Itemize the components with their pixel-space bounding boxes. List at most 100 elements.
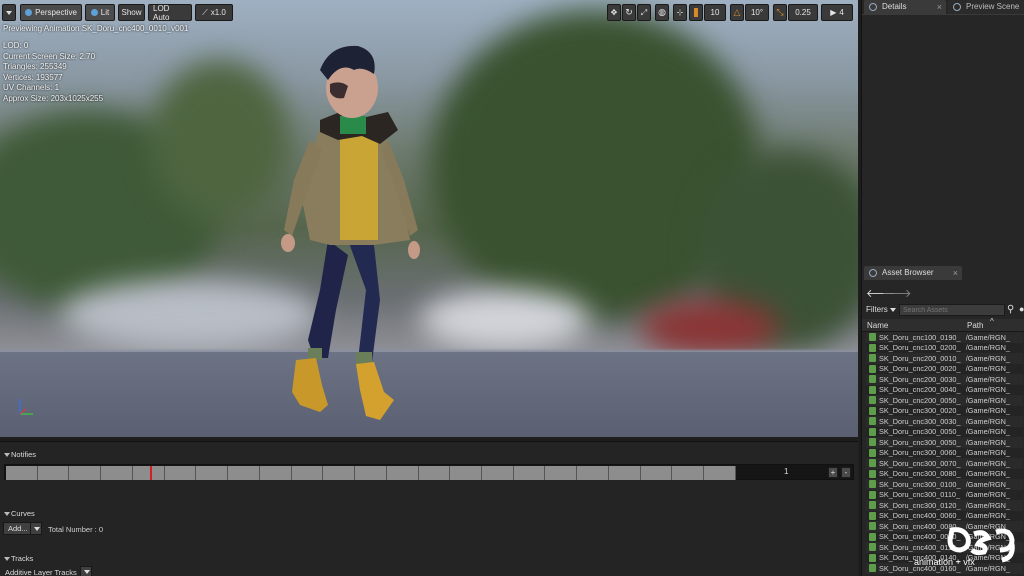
- list-item[interactable]: SK_Doru_cnc200_0020_ /Game/RGN_: [866, 364, 1023, 375]
- grid-snap-value[interactable]: 10: [704, 4, 726, 21]
- playback-speed-button[interactable]: ⟋ x1.0: [195, 4, 233, 21]
- camera-speed-button[interactable]: ▶ 4: [821, 4, 853, 21]
- list-item[interactable]: SK_Doru_cnc300_0120_ /Game/RGN_: [866, 500, 1023, 511]
- animation-asset-icon: [869, 333, 876, 342]
- asset-name: SK_Doru_cnc100_0200_: [879, 343, 961, 353]
- translate-tool-button[interactable]: ✥: [607, 4, 621, 21]
- playhead[interactable]: [150, 466, 152, 480]
- list-item[interactable]: SK_Doru_cnc300_0100_ /Game/RGN_: [866, 479, 1023, 490]
- angle-snap-value[interactable]: 10°: [745, 4, 769, 21]
- perspective-button[interactable]: Perspective: [20, 4, 82, 21]
- lit-button[interactable]: Lit: [85, 4, 115, 21]
- asset-path: /Game/RGN_: [965, 416, 1010, 426]
- surface-snap-button[interactable]: ⊹: [673, 4, 687, 21]
- animation-asset-icon: [869, 469, 876, 478]
- settings-icon[interactable]: ●: [1019, 304, 1024, 314]
- add-curve-dropdown[interactable]: [30, 522, 42, 535]
- animation-asset-icon: [869, 406, 876, 415]
- tracks-section-header[interactable]: Tracks: [0, 553, 858, 565]
- search-icon[interactable]: ⚲: [1007, 304, 1014, 315]
- additive-layer-tracks-dropdown[interactable]: [80, 566, 92, 576]
- list-item[interactable]: SK_Doru_cnc200_0010_ /Game/RGN_: [866, 353, 1023, 364]
- list-item[interactable]: SK_Doru_cnc100_0200_ /Game/RGN_: [866, 343, 1023, 354]
- list-item[interactable]: SK_Doru_cnc300_0110_ /Game/RGN_: [866, 490, 1023, 501]
- asset-name: SK_Doru_cnc300_0050_: [879, 437, 961, 447]
- tab-details-label: Details: [882, 2, 907, 11]
- lod-label: LOD Auto: [153, 3, 170, 22]
- rotate-icon: ↻: [625, 7, 633, 17]
- animation-viewport[interactable]: Perspective Lit Show LOD Auto ⟋ x1.0 ✥ ↻…: [0, 0, 858, 437]
- column-path[interactable]: Path: [967, 321, 983, 330]
- track-segment: [101, 466, 133, 480]
- close-icon[interactable]: ×: [953, 266, 958, 280]
- list-item[interactable]: SK_Doru_cnc300_0020_ /Game/RGN_: [866, 406, 1023, 417]
- asset-name: SK_Doru_cnc200_0020_: [879, 364, 961, 374]
- watermark-text: animation + vfx: [914, 557, 975, 567]
- forward-arrow-icon[interactable]: 🡒: [882, 286, 912, 300]
- animation-asset-icon: [869, 490, 876, 499]
- grid-snap-label: 10: [710, 8, 720, 17]
- asset-search-input[interactable]: [899, 304, 1005, 316]
- list-item[interactable]: SK_Doru_cnc200_0040_ /Game/RGN_: [866, 385, 1023, 396]
- chevron-down-icon: [34, 527, 40, 531]
- add-track-button[interactable]: +: [828, 467, 838, 478]
- tracks-label: Tracks: [11, 554, 34, 563]
- lod-button[interactable]: LOD Auto: [148, 3, 192, 22]
- notifies-label: Notifies: [11, 450, 37, 459]
- tab-preview-scene[interactable]: Preview Scene: [948, 0, 1024, 14]
- track-segment: [37, 466, 70, 480]
- track-segment: [640, 466, 673, 480]
- world-local-toggle[interactable]: ◍: [655, 4, 669, 21]
- tab-preview-scene-label: Preview Scene: [966, 2, 1020, 11]
- list-item[interactable]: SK_Doru_cnc300_0060_ /Game/RGN_: [866, 448, 1023, 459]
- stat-screen-size: Current Screen Size: 2.70: [3, 51, 96, 61]
- list-item[interactable]: SK_Doru_cnc200_0050_ /Game/RGN_: [866, 395, 1023, 406]
- animation-asset-icon: [869, 553, 876, 562]
- list-item[interactable]: SK_Doru_cnc100_0190_ /Game/RGN_: [866, 332, 1023, 343]
- list-item[interactable]: SK_Doru_cnc300_0080_ /Game/RGN_: [866, 469, 1023, 480]
- asset-path: /Game/RGN_: [965, 343, 1010, 353]
- grid-snap-toggle[interactable]: [689, 4, 703, 21]
- background-cars: [420, 290, 590, 350]
- notify-track[interactable]: 1 + -: [4, 464, 854, 480]
- add-curve-button[interactable]: Add...: [3, 522, 33, 535]
- scale-snap-label: 0.25: [795, 8, 811, 17]
- anim-sequence-panel: Notifies 1 + - Curves Add... Total Numbe…: [0, 441, 858, 576]
- stat-lod: LOD: 0: [3, 41, 29, 50]
- angle-snap-toggle[interactable]: △: [730, 4, 744, 21]
- track-segment: [259, 466, 292, 480]
- asset-path: /Game/RGN_: [965, 458, 1010, 468]
- show-button[interactable]: Show: [118, 4, 145, 21]
- tab-details[interactable]: Details ×: [864, 0, 946, 14]
- rotate-tool-button[interactable]: ↻: [622, 4, 636, 21]
- list-item[interactable]: SK_Doru_cnc300_0070_ /Game/RGN_: [866, 458, 1023, 469]
- close-icon[interactable]: ×: [937, 0, 942, 14]
- curves-section-header[interactable]: Curves: [0, 508, 858, 520]
- remove-track-button[interactable]: -: [841, 467, 851, 478]
- list-item[interactable]: SK_Doru_cnc300_0030_ /Game/RGN_: [866, 416, 1023, 427]
- list-item[interactable]: SK_Doru_cnc300_0050_ /Game/RGN_: [866, 437, 1023, 448]
- track-segment: [6, 466, 38, 480]
- filters-dropdown[interactable]: Filters: [866, 305, 897, 314]
- track-segment: [132, 466, 165, 480]
- tab-asset-browser[interactable]: Asset Browser ×: [864, 266, 962, 280]
- scale-snap-value[interactable]: 0.25: [788, 4, 818, 21]
- scale-snap-toggle[interactable]: ⤡: [773, 4, 787, 21]
- scale-tool-button[interactable]: ⤢: [637, 4, 651, 21]
- notifies-section-header[interactable]: Notifies: [0, 449, 858, 461]
- track-segment: [545, 466, 578, 480]
- sort-icon: ^: [990, 317, 994, 326]
- tab-asset-browser-label: Asset Browser: [882, 268, 934, 277]
- details-icon: [869, 3, 877, 11]
- character-mesh[interactable]: [270, 40, 440, 430]
- asset-name: SK_Doru_cnc100_0190_: [879, 332, 961, 342]
- plus-icon: +: [830, 468, 836, 477]
- asset-name: SK_Doru_cnc300_0070_: [879, 458, 961, 468]
- lit-mode-icon: [90, 9, 98, 16]
- column-name[interactable]: Name: [867, 321, 888, 330]
- viewport-options-dropdown[interactable]: [2, 4, 16, 21]
- list-item[interactable]: SK_Doru_cnc200_0030_ /Game/RGN_: [866, 374, 1023, 385]
- list-item[interactable]: SK_Doru_cnc300_0050_ /Game/RGN_: [866, 427, 1023, 438]
- track-segment: [164, 466, 197, 480]
- list-item[interactable]: SK_Doru_cnc400_0060_ /Game/RGN_: [866, 511, 1023, 522]
